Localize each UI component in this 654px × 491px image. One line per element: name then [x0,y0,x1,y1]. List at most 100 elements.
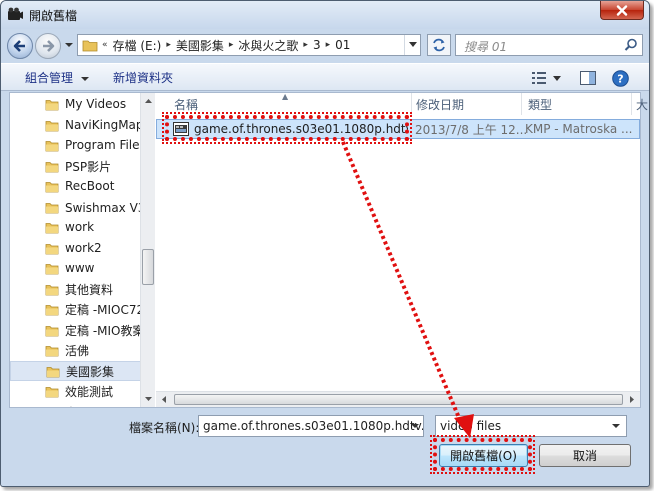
view-dropdown[interactable] [551,68,563,88]
file-name-input[interactable]: game.of.thrones.s03e01.1080p.hdtv.Ac [198,415,424,437]
breadcrumb-folder[interactable]: 01 [331,38,354,52]
file-name-value: game.of.thrones.s03e01.1080p.hdtv.Ac [203,419,424,433]
tree-item-label: Swishmax V3中 [65,200,148,215]
preview-pane-button[interactable] [577,68,599,88]
tree-item[interactable]: RecBoot [10,176,148,196]
scroll-left-button[interactable] [156,392,172,407]
breadcrumb-overflow-icon[interactable]: « [101,40,109,50]
tree-item[interactable]: My Videos [10,94,148,114]
search-icon[interactable] [624,38,638,52]
command-bar: 組合管理 新增資料夾 ? [1,63,649,91]
navigation-pane: My Videos NaviKingMap Program Files PSP影片 Re… [10,93,148,407]
tree-item[interactable]: PSP影片 [10,156,148,176]
tree-item[interactable]: 效能測試 [10,381,148,401]
recent-pages-dropdown-icon[interactable] [64,40,74,50]
breadcrumb-drive[interactable]: 存檔 (E:) [109,37,166,54]
folder-icon [45,181,59,192]
scrollbar-thumb[interactable] [142,249,154,285]
tree-item-label: 書 [65,404,77,408]
folder-icon [46,366,60,377]
help-button[interactable]: ? [609,68,631,88]
tree-item[interactable]: Swishmax V3中 [10,197,148,217]
tree-item[interactable]: 美國影集 [10,361,148,381]
svg-text:?: ? [617,72,623,85]
folder-icon [45,304,59,315]
sort-ascending-icon: ▲ [282,92,289,101]
file-type-value: video files [440,419,502,433]
scroll-up-button[interactable] [141,93,155,109]
preview-pane-icon [580,71,596,85]
folder-icon [45,284,59,295]
breadcrumb-folder[interactable]: 美國影集 [172,37,228,54]
help-icon: ? [611,69,629,87]
forward-button[interactable] [35,33,61,59]
column-header-name[interactable]: ▲ 名稱 [156,92,412,115]
tree-item[interactable]: www [10,258,148,278]
address-dropdown[interactable] [404,35,420,55]
browser-area: My Videos NaviKingMap Program Files PSP影片 Re… [9,92,648,408]
folder-icon [45,161,59,172]
file-list: ▲ 名稱 修改日期 類型 大 game.of.thrones.s03e01.10… [156,92,648,407]
column-header-label: 大 [636,97,649,112]
tree-item-label: work2 [65,241,102,255]
navigation-pane-scrollbar[interactable] [140,93,155,407]
breadcrumb-folder[interactable]: 3 [309,38,325,52]
tree-item[interactable]: Program Files [10,135,148,155]
view-list-icon [532,72,546,84]
tree-item-label: 其他資料 [65,282,114,297]
file-type-select[interactable]: video files [435,415,627,437]
arrow-left-icon [13,40,25,52]
file-row[interactable]: game.of.thrones.s03e01.1080p.hdtv.A... 2… [156,119,640,139]
tree-item-label: 活佛 [65,343,90,358]
tree-item-label: work [65,220,95,234]
search-placeholder: 搜尋 01 [464,40,508,54]
close-icon [616,4,628,16]
breadcrumb-folder[interactable]: 冰與火之歌 [234,37,302,54]
file-name-label: 檔案名稱(N): [129,421,200,435]
column-header-date[interactable]: 修改日期 [412,93,522,115]
folder-icon [45,386,59,397]
chevron-down-icon[interactable] [409,419,421,433]
folder-icon [45,99,59,110]
tree-item[interactable]: 其他資料 [10,279,148,299]
column-header-size[interactable]: 大 [632,93,649,115]
column-header-type[interactable]: 類型 [522,93,632,115]
file-list-horizontal-scrollbar[interactable] [156,391,640,407]
new-folder-button[interactable]: 新增資料夾 [113,69,173,86]
cancel-button[interactable]: 取消 [539,444,631,467]
tree-item-label: RecBoot [65,179,115,193]
scrollbar-thumb[interactable] [174,394,623,405]
folder-icon [82,40,98,52]
tree-item-label: Program Files [65,138,146,152]
tree-item[interactable]: work2 [10,238,148,258]
tree-item[interactable]: 書 [10,402,148,408]
scroll-down-button[interactable] [141,391,155,407]
scroll-right-button[interactable] [624,392,640,407]
file-date: 2013/7/8 上午 12... [415,122,528,137]
back-button[interactable] [7,33,33,59]
tree-item-label: My Videos [65,97,127,111]
open-button[interactable]: 開啟舊檔(O) [439,444,528,467]
tree-item-label: NaviKingMap [65,118,144,132]
window-title: 開啟舊檔 [29,9,78,23]
folder-icon [45,222,59,233]
file-name: game.of.thrones.s03e01.1080p.hdtv.A... [194,122,408,136]
tree-item[interactable]: NaviKingMap [10,115,148,135]
tree-item[interactable]: 定稿 -MIOC72 [10,299,148,319]
address-bar[interactable]: « 存檔 (E:) ▸ 美國影集 ▸ 冰與火之歌 ▸ 3 ▸ 01 [77,34,421,56]
chevron-right-icon [630,396,634,403]
title-bar[interactable]: 開啟舊檔 [1,1,649,29]
view-options-button[interactable] [529,68,549,88]
folder-icon [45,202,59,213]
tree-item[interactable]: 定稿 -MIO教案 [10,320,148,340]
tree-item[interactable]: work [10,217,148,237]
chevron-left-icon [162,396,166,403]
search-box[interactable]: 搜尋 01 [455,34,643,56]
organize-menu-button[interactable]: 組合管理 [25,69,89,86]
close-button[interactable] [600,1,644,20]
refresh-icon [433,38,445,52]
refresh-button[interactable] [427,34,451,56]
folder-icon [45,120,59,131]
tree-item-label: 定稿 -MIO教案 [65,323,145,338]
tree-item[interactable]: 活佛 [10,340,148,360]
